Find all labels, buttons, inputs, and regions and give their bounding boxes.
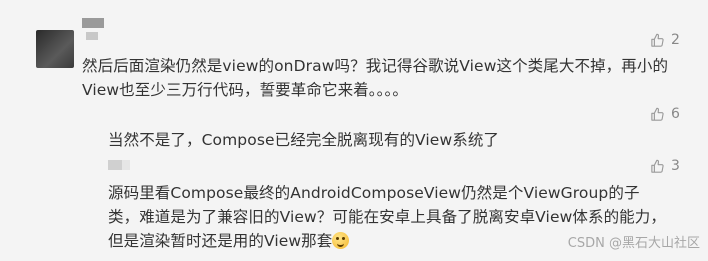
avatar[interactable]: [36, 30, 74, 68]
comment-text: 然后后面渲染仍然是view的onDraw吗？我记得谷歌说View这个类尾大不掉，…: [82, 57, 669, 99]
thumbs-up-icon: [651, 107, 664, 121]
like-count: 2: [671, 32, 680, 48]
like-button[interactable]: 2: [650, 32, 680, 48]
like-button[interactable]: 6: [650, 106, 680, 122]
username-redacted[interactable]: [82, 18, 104, 40]
like-count: 6: [671, 106, 680, 122]
like-count: 3: [671, 158, 680, 174]
watermark: CSDN @黑石大山社区: [567, 236, 700, 251]
comment-text: 当然不是了，Compose已经完全脱离现有的View系统了: [108, 131, 500, 149]
like-button[interactable]: 3: [650, 158, 680, 174]
username-redacted[interactable]: [108, 160, 130, 170]
thumbs-up-icon: [651, 33, 664, 47]
grimace-emoji-icon: [332, 232, 350, 249]
thumbs-up-icon: [651, 159, 664, 173]
